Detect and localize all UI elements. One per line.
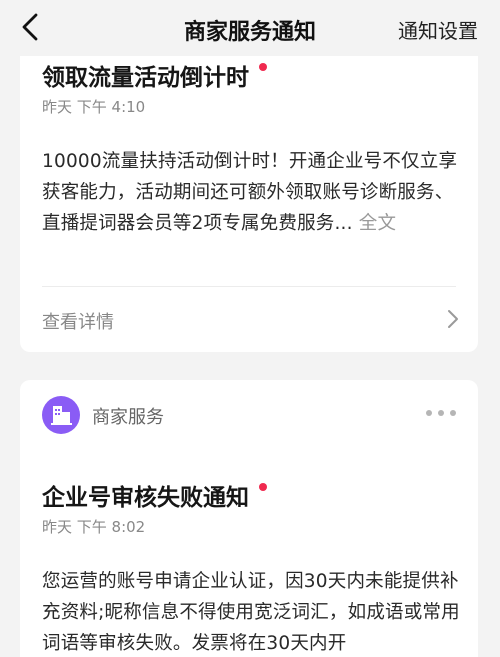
shop-building-icon (51, 406, 72, 425)
view-details-label: 查看详情 (42, 312, 114, 333)
message-title[interactable]: 企业号审核失败通知 (42, 478, 267, 512)
message-time: 昨天 下午 4:10 (42, 98, 146, 116)
notification-page: 领取流量活动倒计时 昨天 下午 4:10 10000流量扶持活动倒计时！开通企业… (0, 0, 500, 657)
unread-dot (259, 483, 267, 491)
message-card: 领取流量活动倒计时 昨天 下午 4:10 10000流量扶持活动倒计时！开通企业… (20, 30, 478, 352)
message-body[interactable]: 10000流量扶持活动倒计时！开通企业号不仅立享获客能力，活动期间还可额外领取账… (42, 146, 460, 239)
message-title[interactable]: 领取流量活动倒计时 (42, 58, 267, 92)
notification-settings-button[interactable]: 通知设置 (398, 15, 478, 44)
message-body[interactable]: 您运营的账号申请企业认证，因30天内未能提供补充资料;昵称信息不得使用宽泛词汇，… (42, 566, 460, 657)
message-title-text: 领取流量活动倒计时 (42, 65, 249, 91)
sender-avatar[interactable] (42, 396, 80, 434)
navigation-bar: 商家服务通知 通知设置 (0, 0, 500, 56)
message-title-text: 企业号审核失败通知 (42, 485, 249, 511)
sender-name[interactable]: 商家服务 (92, 403, 164, 429)
message-body-text: 您运营的账号申请企业认证，因30天内未能提供补充资料;昵称信息不得使用宽泛词汇，… (42, 571, 460, 654)
message-time: 昨天 下午 8:02 (42, 518, 146, 536)
unread-dot (259, 63, 267, 71)
chevron-right-icon (448, 310, 458, 328)
view-details-button[interactable]: 查看详情 (42, 302, 460, 338)
message-card: 商家服务 企业号审核失败通知 昨天 下午 8:02 您运营的账号申请企业认证，因… (20, 380, 478, 657)
divider (42, 286, 456, 287)
more-dots-icon[interactable] (426, 410, 456, 420)
full-text-link[interactable]: 全文 (359, 213, 396, 234)
